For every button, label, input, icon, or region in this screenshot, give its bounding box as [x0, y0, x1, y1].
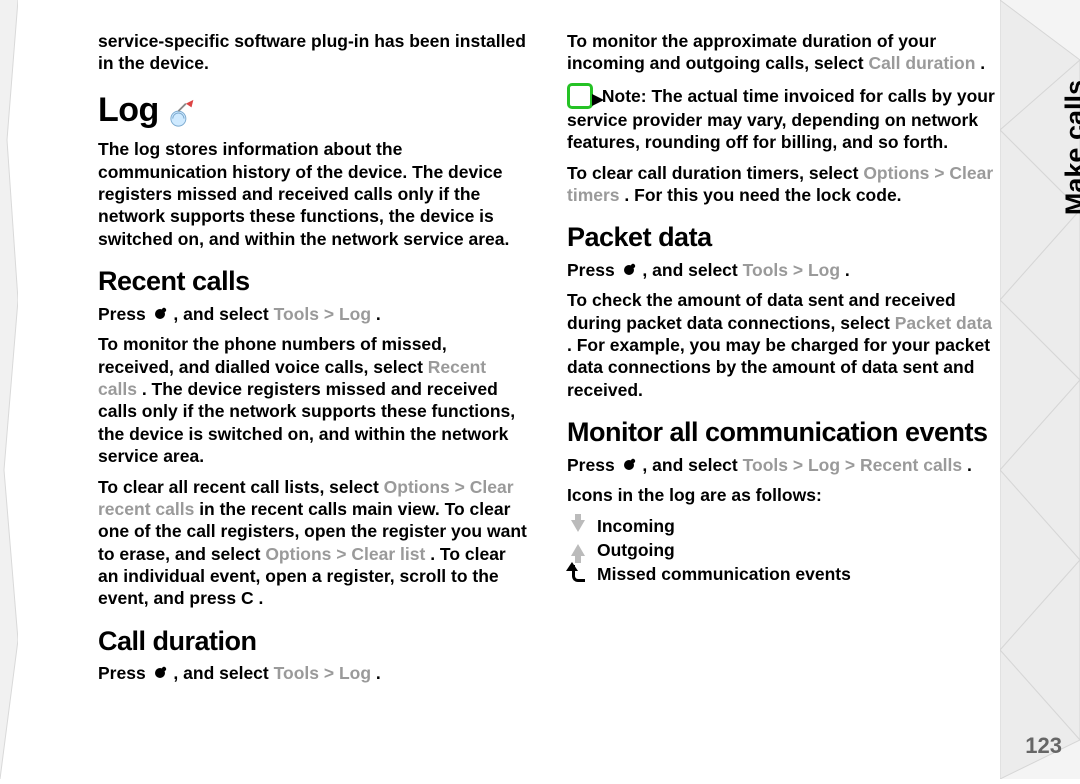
column-right: To monitor the approximate duration of y…	[567, 30, 996, 750]
ui-label: Options	[384, 477, 450, 497]
menu-key-icon	[151, 305, 169, 323]
txt: To clear all recent call lists, select	[98, 477, 384, 497]
recent-paragraph-1: To monitor the phone numbers of missed, …	[98, 333, 527, 467]
incoming-icon	[567, 515, 589, 537]
ui-label: Options	[265, 544, 331, 564]
ui-label: Clear list	[351, 544, 425, 564]
path-gt: >	[793, 455, 808, 475]
log-icon	[169, 96, 199, 126]
missed-icon	[567, 564, 589, 586]
note-block: Note: The actual time invoiced for calls…	[567, 83, 996, 154]
note-icon	[567, 83, 593, 109]
path-gt: >	[793, 260, 808, 280]
path-log: Log	[339, 304, 371, 324]
ui-label: Packet data	[895, 313, 992, 333]
txt: .	[259, 588, 264, 608]
path-tools: Tools	[743, 455, 788, 475]
side-tab: Make calls 123	[1000, 0, 1080, 779]
path-gt: >	[324, 663, 339, 683]
pd-body: To check the amount of data sent and rec…	[567, 289, 996, 401]
menu-key-icon	[620, 261, 638, 279]
menu-key-icon	[620, 456, 638, 474]
page-number: 123	[1025, 733, 1062, 759]
txt: .	[376, 663, 381, 683]
menu-key-icon	[151, 664, 169, 682]
txt: Press	[98, 304, 151, 324]
txt: . The device registers missed and receiv…	[98, 379, 515, 466]
txt: To monitor the phone numbers of missed, …	[98, 334, 447, 376]
txt: , and select	[642, 260, 742, 280]
icons-intro: Icons in the log are as follows:	[567, 484, 996, 506]
section-tab-label: Make calls	[1060, 80, 1080, 215]
list-item: Outgoing	[567, 539, 996, 561]
txt: , and select	[173, 304, 273, 324]
intro-fragment: service-specific software plug-in has be…	[98, 30, 527, 75]
heading-log-text: Log	[98, 89, 159, 133]
path-log: Log	[808, 455, 840, 475]
recent-press-line: Press , and select Tools > Log .	[98, 303, 527, 325]
list-label: Missed communication events	[597, 563, 851, 585]
clear-timers-paragraph: To clear call duration timers, select Op…	[567, 162, 996, 207]
txt: , and select	[642, 455, 742, 475]
path-tools: Tools	[743, 260, 788, 280]
txt: .	[980, 53, 985, 73]
path-gt: >	[845, 455, 860, 475]
heading-recent-calls: Recent calls	[98, 264, 527, 299]
list-label: Incoming	[597, 515, 675, 537]
key-c: C	[241, 588, 254, 608]
path-log: Log	[808, 260, 840, 280]
txt: . For this you need the lock code.	[624, 185, 901, 205]
path-tools: Tools	[274, 304, 319, 324]
path-tools: Tools	[274, 663, 319, 683]
path-gt: >	[336, 544, 351, 564]
txt: .	[967, 455, 972, 475]
log-description: The log stores information about the com…	[98, 138, 527, 250]
mon-press-line: Press , and select Tools > Log > Recent …	[567, 454, 996, 476]
heading-packet-data: Packet data	[567, 220, 996, 255]
path-recent: Recent calls	[860, 455, 962, 475]
ui-label: Call duration	[868, 53, 975, 73]
txt: Press	[567, 455, 620, 475]
heading-monitor-events: Monitor all communication events	[567, 415, 996, 450]
txt: Press	[98, 663, 151, 683]
txt: Press	[567, 260, 620, 280]
list-label: Outgoing	[597, 539, 675, 561]
cd-monitor-paragraph: To monitor the approximate duration of y…	[567, 30, 996, 75]
heading-log: Log	[98, 89, 527, 133]
list-item: Missed communication events	[567, 563, 996, 585]
path-gt: >	[324, 304, 339, 324]
heading-call-duration: Call duration	[98, 624, 527, 659]
ui-label: Options	[863, 163, 929, 183]
pd-press-line: Press , and select Tools > Log .	[567, 259, 996, 281]
txt: To clear call duration timers, select	[567, 163, 863, 183]
column-left: service-specific software plug-in has be…	[98, 30, 527, 750]
txt: .	[845, 260, 850, 280]
recent-paragraph-2: To clear all recent call lists, select O…	[98, 476, 527, 610]
cd-press-line: Press , and select Tools > Log .	[98, 662, 527, 684]
path-gt: >	[934, 163, 949, 183]
path-log: Log	[339, 663, 371, 683]
page-body: service-specific software plug-in has be…	[0, 0, 996, 779]
path-gt: >	[455, 477, 470, 497]
outgoing-icon	[567, 539, 589, 561]
list-item: Incoming	[567, 515, 996, 537]
note-label: Note:	[602, 86, 647, 106]
txt: .	[376, 304, 381, 324]
txt: . For example, you may be charged for yo…	[567, 335, 990, 400]
txt: , and select	[173, 663, 273, 683]
